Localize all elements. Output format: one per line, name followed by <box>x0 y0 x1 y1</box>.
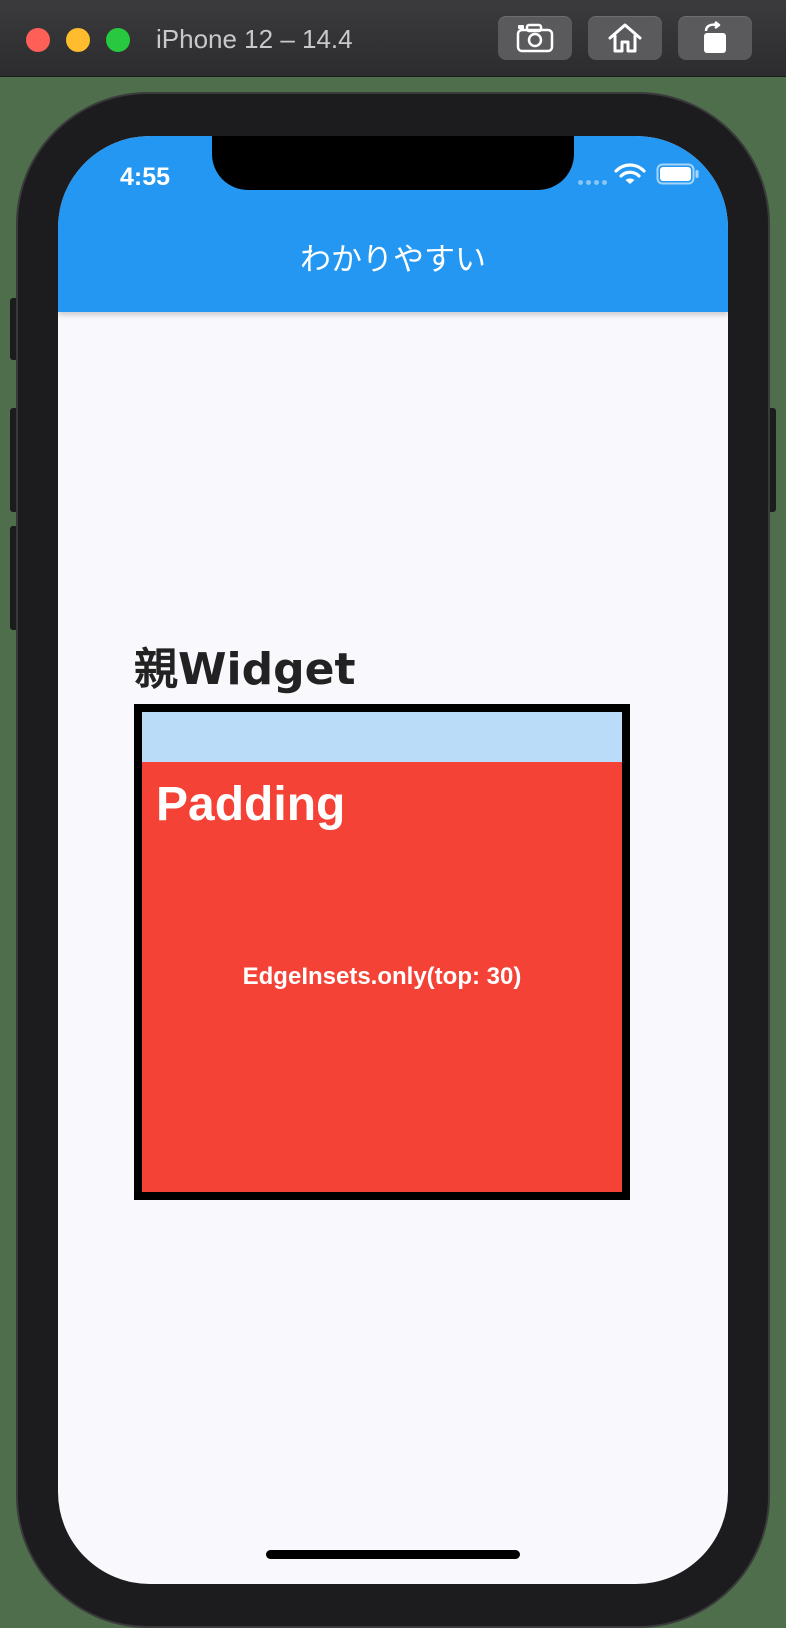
simulator-title: iPhone 12 – 14.4 <box>156 24 353 54</box>
camera-icon <box>516 23 554 53</box>
minimize-window-button[interactable] <box>66 28 90 52</box>
cellular-signal-icon <box>578 180 607 185</box>
close-window-button[interactable] <box>26 28 50 52</box>
home-icon <box>608 23 642 53</box>
zoom-window-button[interactable] <box>106 28 130 52</box>
rotate-button[interactable] <box>678 16 752 60</box>
padding-title: Padding <box>156 778 346 831</box>
screenshot-button[interactable] <box>498 16 572 60</box>
simulator-title-bar: iPhone 12 – 14.4 <box>0 0 786 77</box>
device-notch <box>212 136 574 190</box>
padding-child-container: Padding EdgeInsets.only(top: 30) <box>142 762 622 1192</box>
home-indicator[interactable] <box>266 1550 520 1559</box>
wifi-icon <box>614 163 646 184</box>
status-time: 4:55 <box>120 163 171 191</box>
iphone-frame: 4:55 わかりやすい 親Widget Padding EdgeInsets.o… <box>18 94 768 1626</box>
home-button[interactable] <box>588 16 662 60</box>
app-bar-title: わかりやすい <box>300 242 486 278</box>
parent-widget-label: 親Widget <box>134 644 356 695</box>
parent-widget-container: Padding EdgeInsets.only(top: 30) <box>134 704 630 1200</box>
battery-icon <box>656 163 699 185</box>
rotate-icon <box>704 21 726 53</box>
device-screen: 4:55 わかりやすい 親Widget Padding EdgeInsets.o… <box>58 136 728 1584</box>
edge-insets-label: EdgeInsets.only(top: 30) <box>242 963 522 990</box>
